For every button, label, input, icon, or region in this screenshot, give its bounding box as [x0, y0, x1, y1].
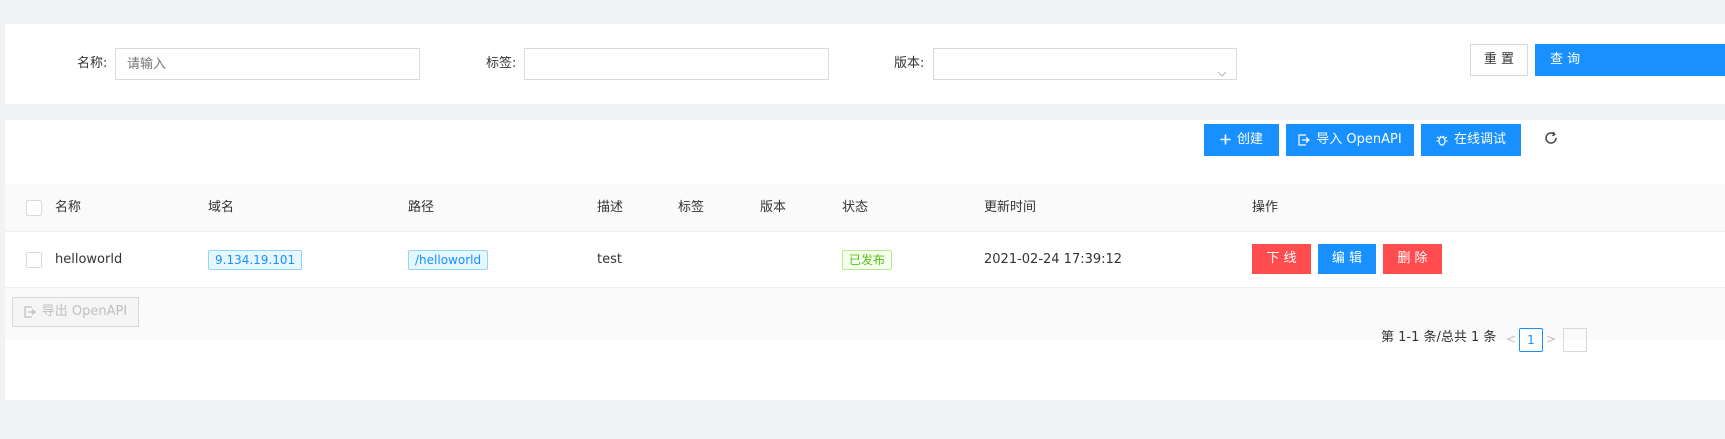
plus-icon	[1220, 134, 1231, 145]
path-tag: /helloworld	[408, 249, 489, 270]
edit-button[interactable]: 编 辑	[1318, 244, 1376, 274]
export-openapi-button[interactable]: 导出 OpenAPI	[12, 297, 139, 327]
column-header-domain: 域名	[208, 200, 235, 215]
create-button[interactable]: 创建	[1204, 124, 1279, 156]
offline-button[interactable]: 下 线	[1252, 244, 1311, 274]
chevron-down-icon	[1217, 60, 1227, 77]
reset-button[interactable]: 重 置	[1470, 44, 1528, 76]
row-description: test	[597, 252, 622, 267]
online-debug-button[interactable]: 在线调试	[1421, 124, 1521, 156]
refresh-icon[interactable]	[1543, 130, 1559, 150]
row-updated-time: 2021-02-24 17:39:12	[984, 252, 1123, 267]
column-header-version: 版本	[760, 200, 787, 215]
import-openapi-label: 导入 OpenAPI	[1316, 132, 1402, 147]
tag-filter-input[interactable]	[524, 48, 829, 80]
row-checkbox[interactable]	[26, 252, 42, 268]
table-panel: 创建 导入 OpenAPI 在线调试 名称 域名 路径 描述 标签 版本 状态 …	[5, 120, 1725, 400]
next-page-icon[interactable]: >	[1539, 328, 1563, 352]
version-select[interactable]	[933, 48, 1237, 80]
name-filter-input[interactable]	[115, 48, 420, 80]
pagination-summary: 第 1-1 条/总共 1 条	[1381, 330, 1497, 345]
export-icon	[24, 305, 36, 318]
column-header-tag: 标签	[678, 200, 705, 215]
column-header-path: 路径	[408, 200, 435, 215]
column-header-description: 描述	[597, 200, 624, 215]
filter-panel: 名称: 标签: 版本: 重 置 查 询	[5, 24, 1725, 104]
status-badge: 已发布	[842, 249, 893, 270]
delete-button[interactable]: 删 除	[1383, 244, 1442, 274]
page-size-select[interactable]	[1563, 328, 1587, 352]
export-openapi-label: 导出 OpenAPI	[41, 304, 128, 319]
table-row: helloworld 9.134.19.101 /helloworld test…	[5, 232, 1725, 288]
column-header-actions: 操作	[1252, 200, 1279, 215]
select-all-checkbox[interactable]	[26, 200, 42, 216]
column-header-name: 名称	[55, 200, 82, 215]
version-filter-label: 版本:	[894, 56, 925, 71]
online-debug-label: 在线调试	[1453, 132, 1506, 147]
query-button[interactable]: 查 询	[1535, 44, 1725, 76]
bug-icon	[1436, 134, 1448, 146]
domain-tag: 9.134.19.101	[208, 249, 303, 270]
name-filter-label: 名称:	[77, 56, 108, 71]
column-header-updated: 更新时间	[984, 200, 1037, 215]
import-openapi-button[interactable]: 导入 OpenAPI	[1286, 124, 1414, 156]
table-header: 名称 域名 路径 描述 标签 版本 状态 更新时间 操作	[5, 184, 1725, 232]
tag-filter-label: 标签:	[486, 56, 517, 71]
create-button-label: 创建	[1236, 132, 1263, 147]
column-header-status: 状态	[842, 200, 869, 215]
row-name: helloworld	[55, 252, 123, 267]
import-icon	[1298, 133, 1311, 146]
